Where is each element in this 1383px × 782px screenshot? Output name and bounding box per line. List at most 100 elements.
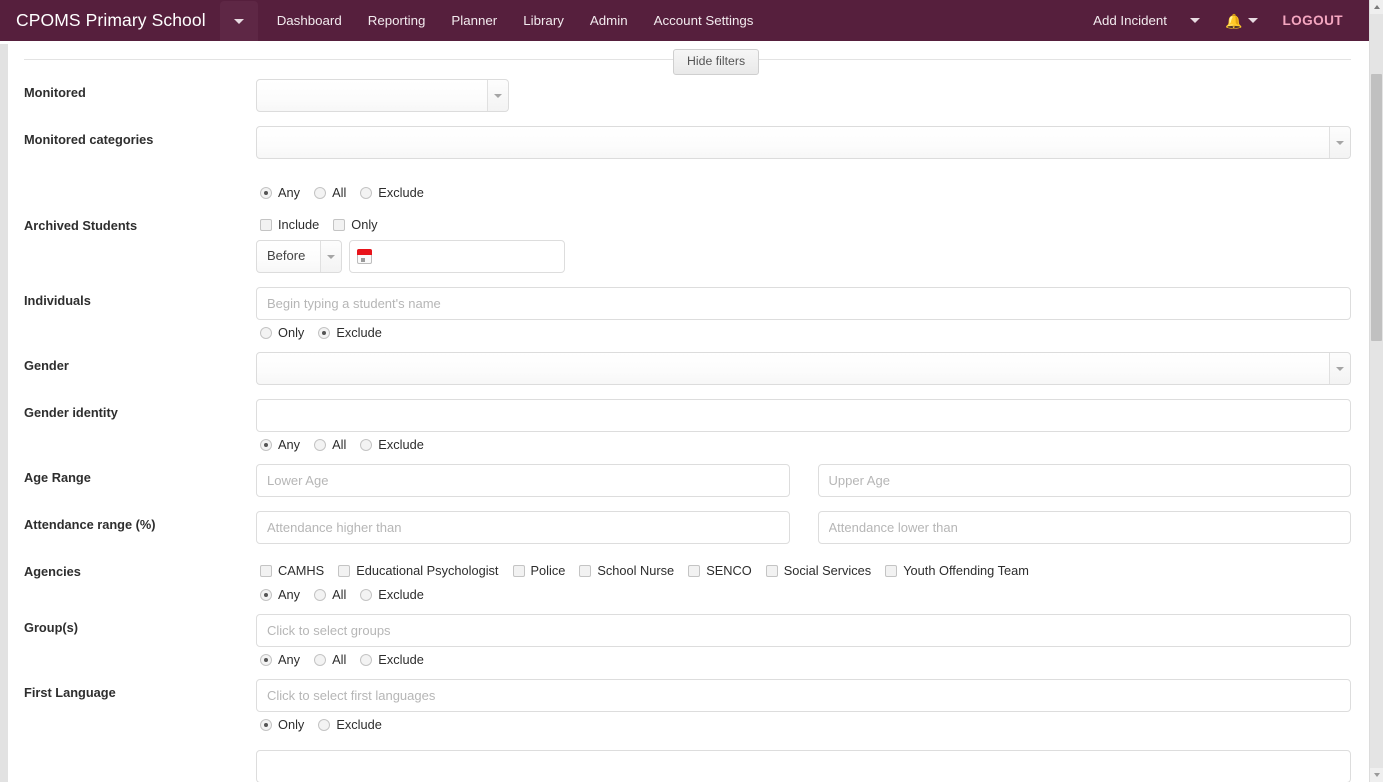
radio-monitored-categories-exclude[interactable]: Exclude: [360, 185, 424, 200]
gender-select[interactable]: [256, 352, 1351, 385]
radio-label: Exclude: [336, 717, 382, 732]
checkbox-agency-social-services[interactable]: Social Services: [765, 563, 872, 578]
radio-individuals-exclude[interactable]: Exclude: [318, 325, 382, 340]
checkbox-agency-school-nurse[interactable]: School Nurse: [579, 563, 674, 578]
label-groups: Group(s): [24, 620, 79, 635]
radio-agencies-any[interactable]: Any: [260, 587, 300, 602]
notifications-button[interactable]: 🔔: [1211, 0, 1272, 41]
next-partial-input[interactable]: [256, 750, 1351, 782]
first-language-input[interactable]: [256, 679, 1351, 712]
archived-date-input[interactable]: [372, 249, 564, 264]
monitored-categories-select[interactable]: [256, 126, 1351, 159]
checkbox-archived-include[interactable]: Include: [260, 217, 319, 232]
label-agencies: Agencies: [24, 564, 81, 579]
add-incident-dropdown-toggle[interactable]: [1179, 0, 1211, 41]
radio-first-language-exclude[interactable]: Exclude: [318, 717, 382, 732]
individuals-input[interactable]: [256, 287, 1351, 320]
label-spacer: [24, 180, 256, 186]
radio-indicator: [314, 653, 327, 666]
filters-panel: Hide filters Monitored Monitored categor…: [8, 41, 1369, 782]
radio-label: All: [332, 437, 347, 452]
hide-filters-button[interactable]: Hide filters: [673, 49, 760, 75]
nav-item-dashboard[interactable]: Dashboard: [264, 0, 355, 41]
radio-monitored-categories-any[interactable]: Any: [260, 185, 300, 200]
radio-gender-identity-all[interactable]: All: [314, 437, 346, 452]
scrollbar-thumb[interactable]: [1371, 74, 1382, 341]
radio-groups-any[interactable]: Any: [260, 652, 300, 667]
chevron-down-icon: [1248, 18, 1259, 23]
label-age-range: Age Range: [24, 470, 91, 485]
brand-label: CPOMS Primary School: [16, 10, 206, 30]
filter-row-gender: Gender: [24, 352, 1351, 385]
filter-row-monitored-categories-mode: Any All Exclude: [24, 180, 1351, 204]
checkbox-agency-educational-psychologist[interactable]: Educational Psychologist: [338, 563, 499, 578]
checkbox-indicator: [260, 218, 272, 231]
filter-row-gender-identity: Gender identity Any All Exclude: [24, 399, 1351, 456]
checkbox-label: Include: [278, 217, 320, 232]
nav-item-admin[interactable]: Admin: [577, 0, 641, 41]
logout-button[interactable]: LOGOUT: [1272, 0, 1357, 41]
nav-item-reporting[interactable]: Reporting: [355, 0, 439, 41]
radio-label: All: [332, 587, 347, 602]
radio-agencies-exclude[interactable]: Exclude: [360, 587, 424, 602]
radio-groups-all[interactable]: All: [314, 652, 346, 667]
groups-input[interactable]: [256, 614, 1351, 647]
page-scrollbar[interactable]: [1369, 0, 1383, 782]
checkbox-indicator: [885, 564, 898, 577]
radio-indicator: [318, 718, 331, 731]
scrollbar-up-button[interactable]: [1370, 0, 1383, 14]
label-gender: Gender: [24, 358, 69, 373]
radio-agencies-all[interactable]: All: [314, 587, 346, 602]
radio-individuals-only[interactable]: Only: [260, 325, 304, 340]
nav-item-account-settings[interactable]: Account Settings: [641, 0, 767, 41]
gender-identity-input[interactable]: [256, 399, 1351, 432]
filter-row-next-partial: [24, 750, 1351, 782]
monitored-select[interactable]: [256, 79, 509, 112]
groups-mode-group: Any All Exclude: [256, 647, 1351, 671]
nav-item-library[interactable]: Library: [510, 0, 577, 41]
checkbox-indicator: [338, 564, 351, 577]
checkbox-label: Social Services: [783, 563, 872, 578]
nav-item-planner[interactable]: Planner: [438, 0, 510, 41]
primary-nav: Dashboard Reporting Planner Library Admi…: [264, 0, 767, 41]
page-root: CPOMS Primary School Dashboard Reporting…: [0, 0, 1383, 782]
radio-label: Any: [278, 652, 301, 667]
monitored-categories-mode-group: Any All Exclude: [256, 180, 1351, 204]
radio-gender-identity-exclude[interactable]: Exclude: [360, 437, 424, 452]
checkbox-agency-police[interactable]: Police: [512, 563, 565, 578]
radio-label: All: [332, 652, 347, 667]
checkbox-label: School Nurse: [597, 563, 675, 578]
attendance-lower-input[interactable]: [817, 511, 1351, 544]
gender-select-value: [257, 353, 277, 372]
scrollbar-down-button[interactable]: [1370, 768, 1383, 782]
attendance-higher-input[interactable]: [256, 511, 790, 544]
radio-label: All: [332, 185, 347, 200]
radio-monitored-categories-all[interactable]: All: [314, 185, 346, 200]
age-range-inputs: [256, 464, 1351, 497]
scrollbar-track[interactable]: [1370, 14, 1383, 782]
archived-date-comparator-select[interactable]: Before: [256, 240, 342, 273]
checkbox-label: Only: [351, 217, 378, 232]
radio-groups-exclude[interactable]: Exclude: [360, 652, 424, 667]
triangle-down-icon: [1374, 773, 1380, 777]
agencies-checkbox-group: CAMHS Educational Psychologist Police Sc…: [256, 558, 1351, 582]
checkbox-label: SENCO: [706, 563, 752, 578]
monitored-select-value: [257, 80, 277, 94]
checkbox-indicator: [765, 564, 778, 577]
checkbox-agency-youth-offending-team[interactable]: Youth Offending Team: [885, 563, 1029, 578]
age-lower-input[interactable]: [256, 464, 790, 497]
radio-indicator: [260, 438, 272, 451]
age-upper-input[interactable]: [817, 464, 1351, 497]
calendar-icon: [357, 249, 372, 264]
archived-date-field[interactable]: [349, 240, 565, 273]
add-incident-button[interactable]: Add Incident: [1081, 0, 1179, 41]
filter-row-monitored-categories: Monitored categories: [24, 126, 1351, 159]
label-attendance-range: Attendance range (%): [24, 517, 156, 532]
checkbox-archived-only[interactable]: Only: [333, 217, 378, 232]
brand-title: CPOMS Primary School: [0, 0, 220, 41]
radio-gender-identity-any[interactable]: Any: [260, 437, 300, 452]
checkbox-agency-camhs[interactable]: CAMHS: [260, 563, 324, 578]
radio-first-language-only[interactable]: Only: [260, 717, 304, 732]
checkbox-agency-senco[interactable]: SENCO: [688, 563, 752, 578]
brand-dropdown-toggle[interactable]: [219, 1, 258, 41]
